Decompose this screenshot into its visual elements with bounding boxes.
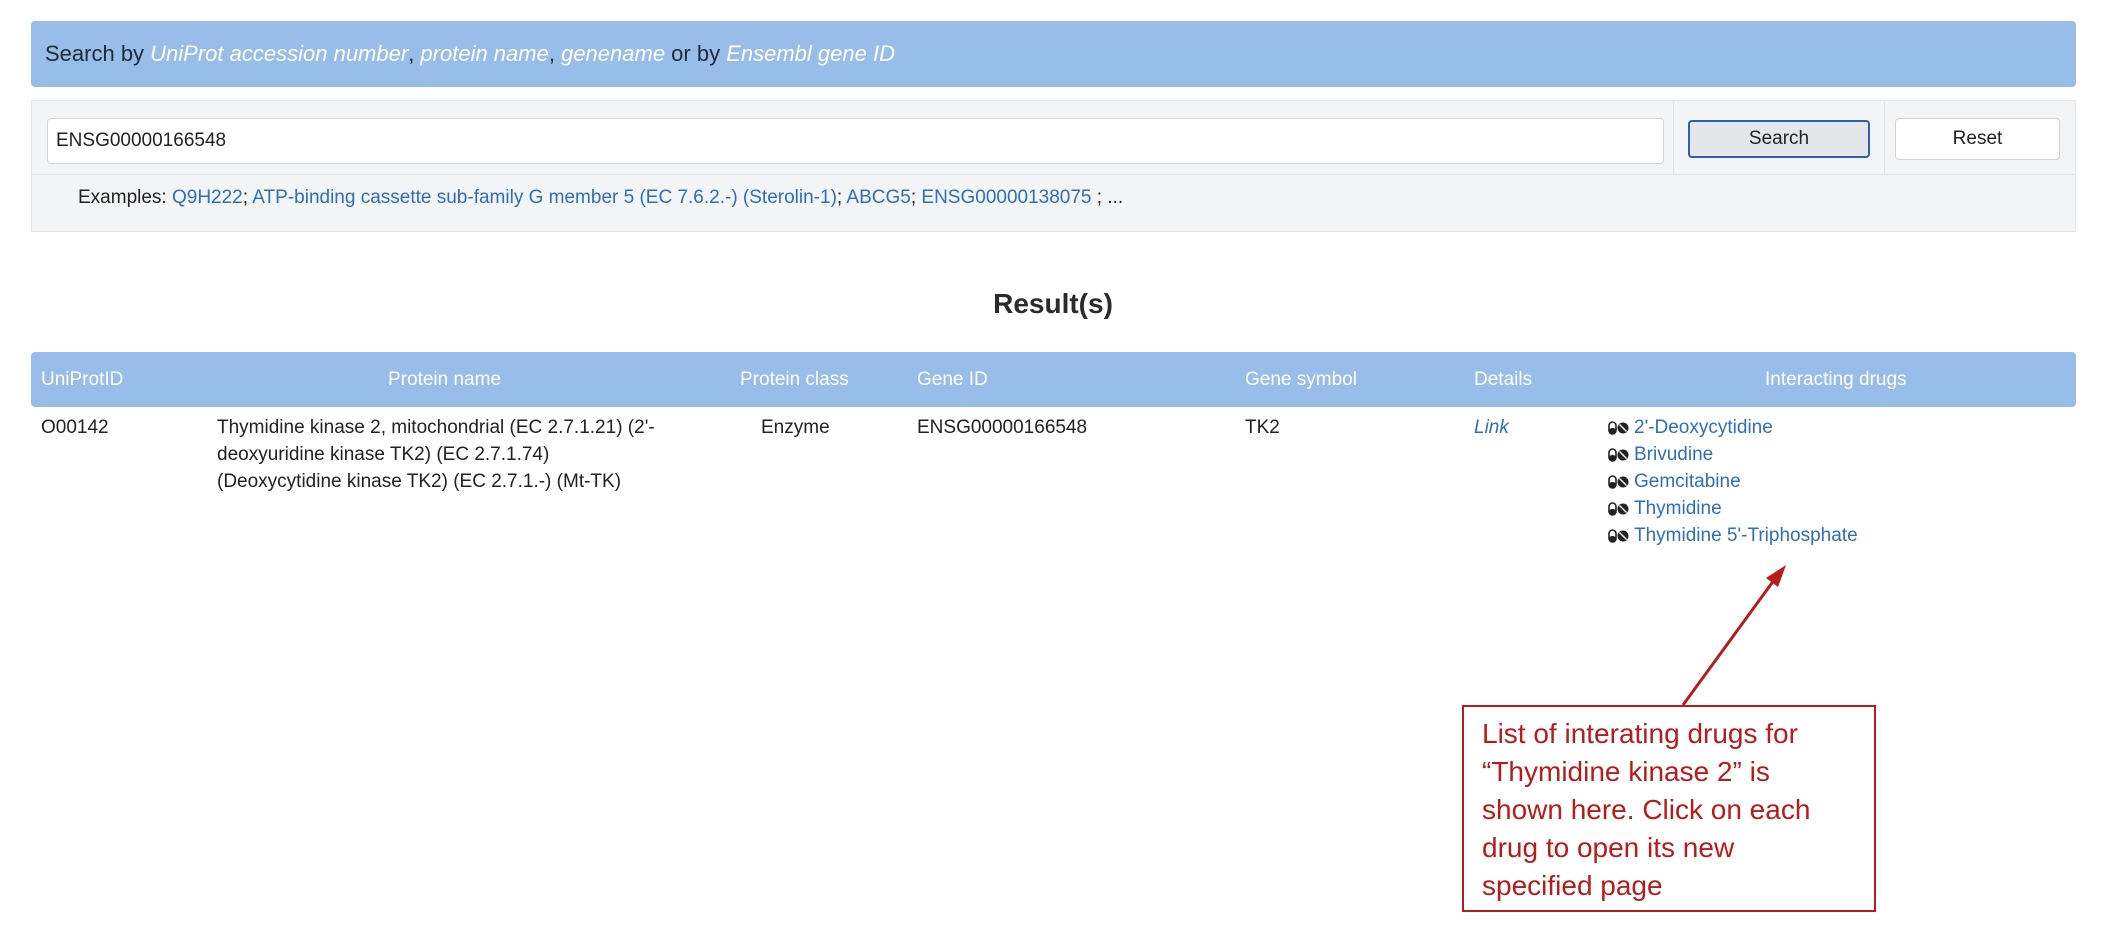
annotation-line: List of interating drugs for [1482, 718, 1798, 749]
annotation-line: shown here. Click on each [1482, 794, 1811, 825]
annotation-line: “Thymidine kinase 2” is [1482, 756, 1770, 787]
annotation-callout: List of interating drugs for “Thymidine … [1462, 705, 1876, 912]
annotation-line: specified page [1482, 870, 1663, 901]
annotation-line: drug to open its new [1482, 832, 1735, 863]
